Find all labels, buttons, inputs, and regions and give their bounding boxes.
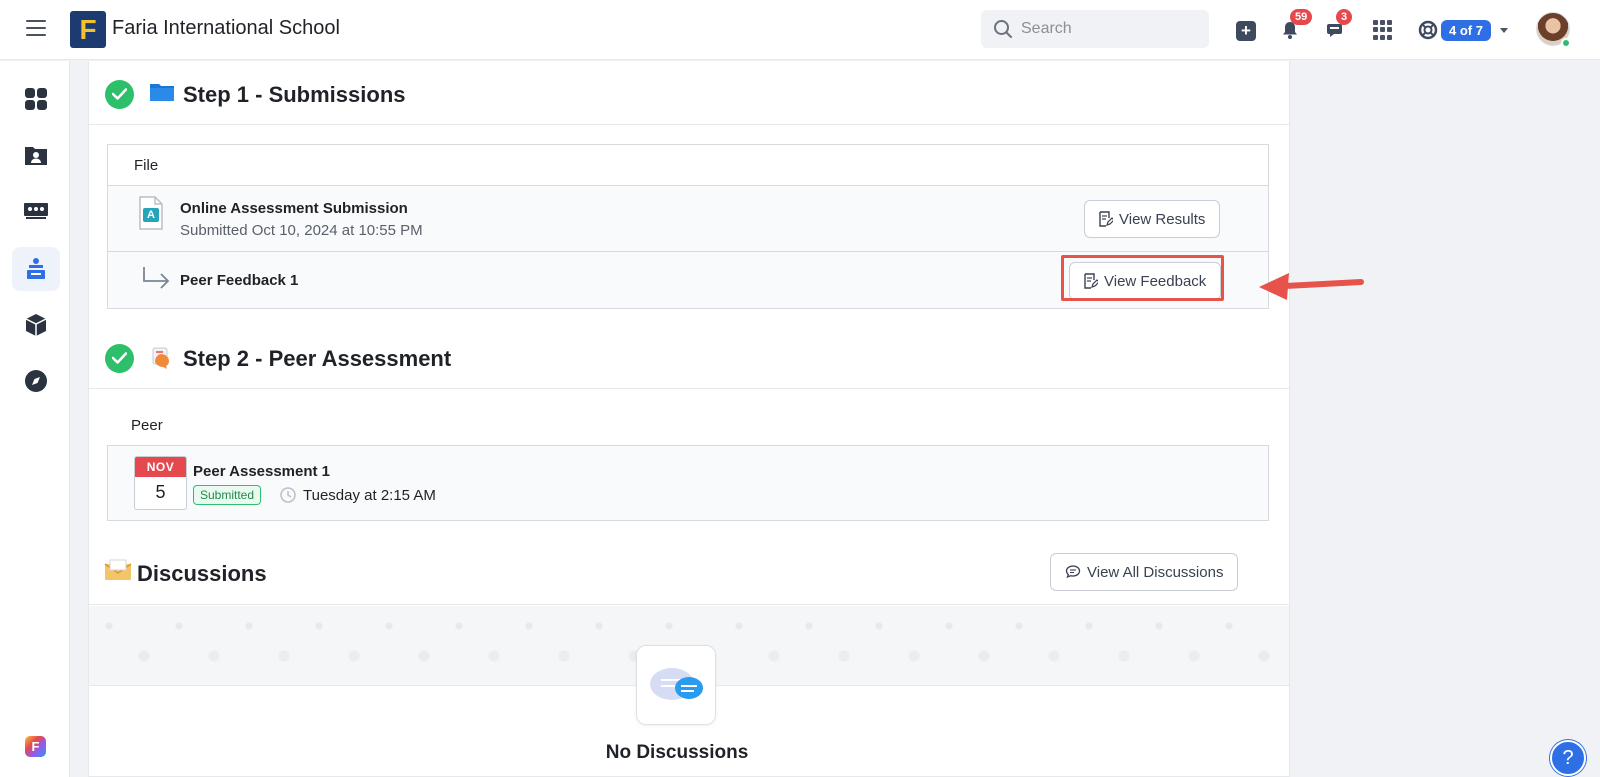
view-all-discussions-label: View All Discussions — [1087, 563, 1224, 581]
chat-bubble-icon — [1065, 565, 1081, 579]
chevron-down-icon[interactable] — [1500, 28, 1508, 33]
online-status-dot — [1561, 38, 1571, 48]
add-icon[interactable]: + — [1236, 21, 1256, 41]
view-results-button[interactable]: View Results — [1084, 200, 1221, 238]
file-document-icon: A — [138, 196, 164, 235]
peer-assessment-box: NOV 5 Peer Assessment 1 Submitted Tuesda… — [107, 445, 1269, 521]
compass-icon — [25, 370, 47, 392]
calendar-day: 5 — [155, 482, 166, 502]
file-type-badge: A — [147, 209, 155, 221]
main-content: Step 1 - Submissions File A Online Asses… — [88, 61, 1290, 777]
submitted-time: Tuesday at 2:15 AM — [303, 487, 436, 504]
document-edit-icon — [1099, 211, 1113, 227]
dashboard-grid-icon — [25, 88, 47, 110]
section-label-peer: Peer — [131, 417, 163, 434]
step1-title: Step 1 - Submissions — [183, 82, 406, 107]
menu-icon[interactable] — [26, 20, 46, 36]
section-label-file: File — [134, 157, 159, 174]
faria-brand-icon[interactable]: F — [25, 736, 46, 757]
status-badge: Submitted — [193, 485, 262, 505]
notifications-badge: 59 — [1290, 9, 1313, 25]
view-results-label: View Results — [1119, 210, 1206, 228]
empty-discussions-icon — [636, 645, 716, 725]
account-switch-pill[interactable]: 4 of 7 — [1441, 20, 1491, 41]
search-placeholder: Search — [1021, 20, 1072, 37]
reply-arrow-icon — [142, 266, 172, 297]
annotation-arrow-icon — [1259, 273, 1364, 300]
school-logo[interactable]: F — [70, 11, 106, 48]
peer-review-icon — [149, 345, 175, 376]
classes-icon — [24, 203, 48, 219]
cube-icon — [25, 314, 47, 336]
sidebar-item-students[interactable] — [12, 133, 60, 177]
school-name: Faria International School — [112, 17, 340, 39]
sidebar-item-assessment[interactable] — [12, 247, 60, 291]
assessment-icon — [27, 258, 45, 279]
submission-title[interactable]: Online Assessment Submission — [180, 200, 408, 217]
completed-check-icon — [105, 80, 134, 109]
sidebar: F — [0, 61, 70, 777]
calendar-date-icon: NOV 5 — [134, 456, 187, 510]
step1-header: Step 1 - Submissions — [89, 61, 1289, 125]
student-folder-icon — [25, 147, 47, 165]
help-lifebuoy-icon[interactable] — [1418, 20, 1438, 45]
sidebar-item-explore[interactable] — [12, 359, 60, 403]
discussions-header: Discussions View All Discussions — [89, 541, 1289, 605]
search-input[interactable]: Search — [981, 10, 1209, 48]
folder-icon — [149, 81, 175, 108]
discussions-title: Discussions — [137, 561, 267, 586]
submission-timestamp: Submitted Oct 10, 2024 at 10:55 PM — [180, 222, 423, 239]
search-icon — [994, 20, 1012, 38]
step2-header: Step 2 - Peer Assessment — [89, 325, 1289, 389]
envelope-icon — [104, 558, 132, 587]
sidebar-item-cube[interactable] — [12, 303, 60, 347]
sidebar-item-classes[interactable] — [12, 189, 60, 233]
sidebar-item-dashboard[interactable] — [12, 77, 60, 121]
submission-row: A Online Assessment Submission Submitted… — [108, 185, 1268, 251]
empty-discussions-title: No Discussions — [605, 742, 749, 763]
calendar-month: NOV — [135, 457, 186, 477]
highlight-box — [1061, 255, 1224, 301]
feedback-title[interactable]: Peer Feedback 1 — [180, 272, 298, 289]
help-button[interactable]: ? — [1550, 740, 1586, 776]
step2-title: Step 2 - Peer Assessment — [183, 346, 452, 371]
completed-check-icon — [105, 344, 134, 373]
clock-icon — [280, 487, 296, 508]
view-all-discussions-button[interactable]: View All Discussions — [1050, 553, 1239, 591]
apps-grid-icon[interactable] — [1373, 20, 1393, 40]
messages-badge: 3 — [1336, 9, 1353, 25]
peer-assessment-title[interactable]: Peer Assessment 1 — [193, 463, 330, 480]
top-bar: F Faria International School Search + 59… — [0, 0, 1600, 60]
